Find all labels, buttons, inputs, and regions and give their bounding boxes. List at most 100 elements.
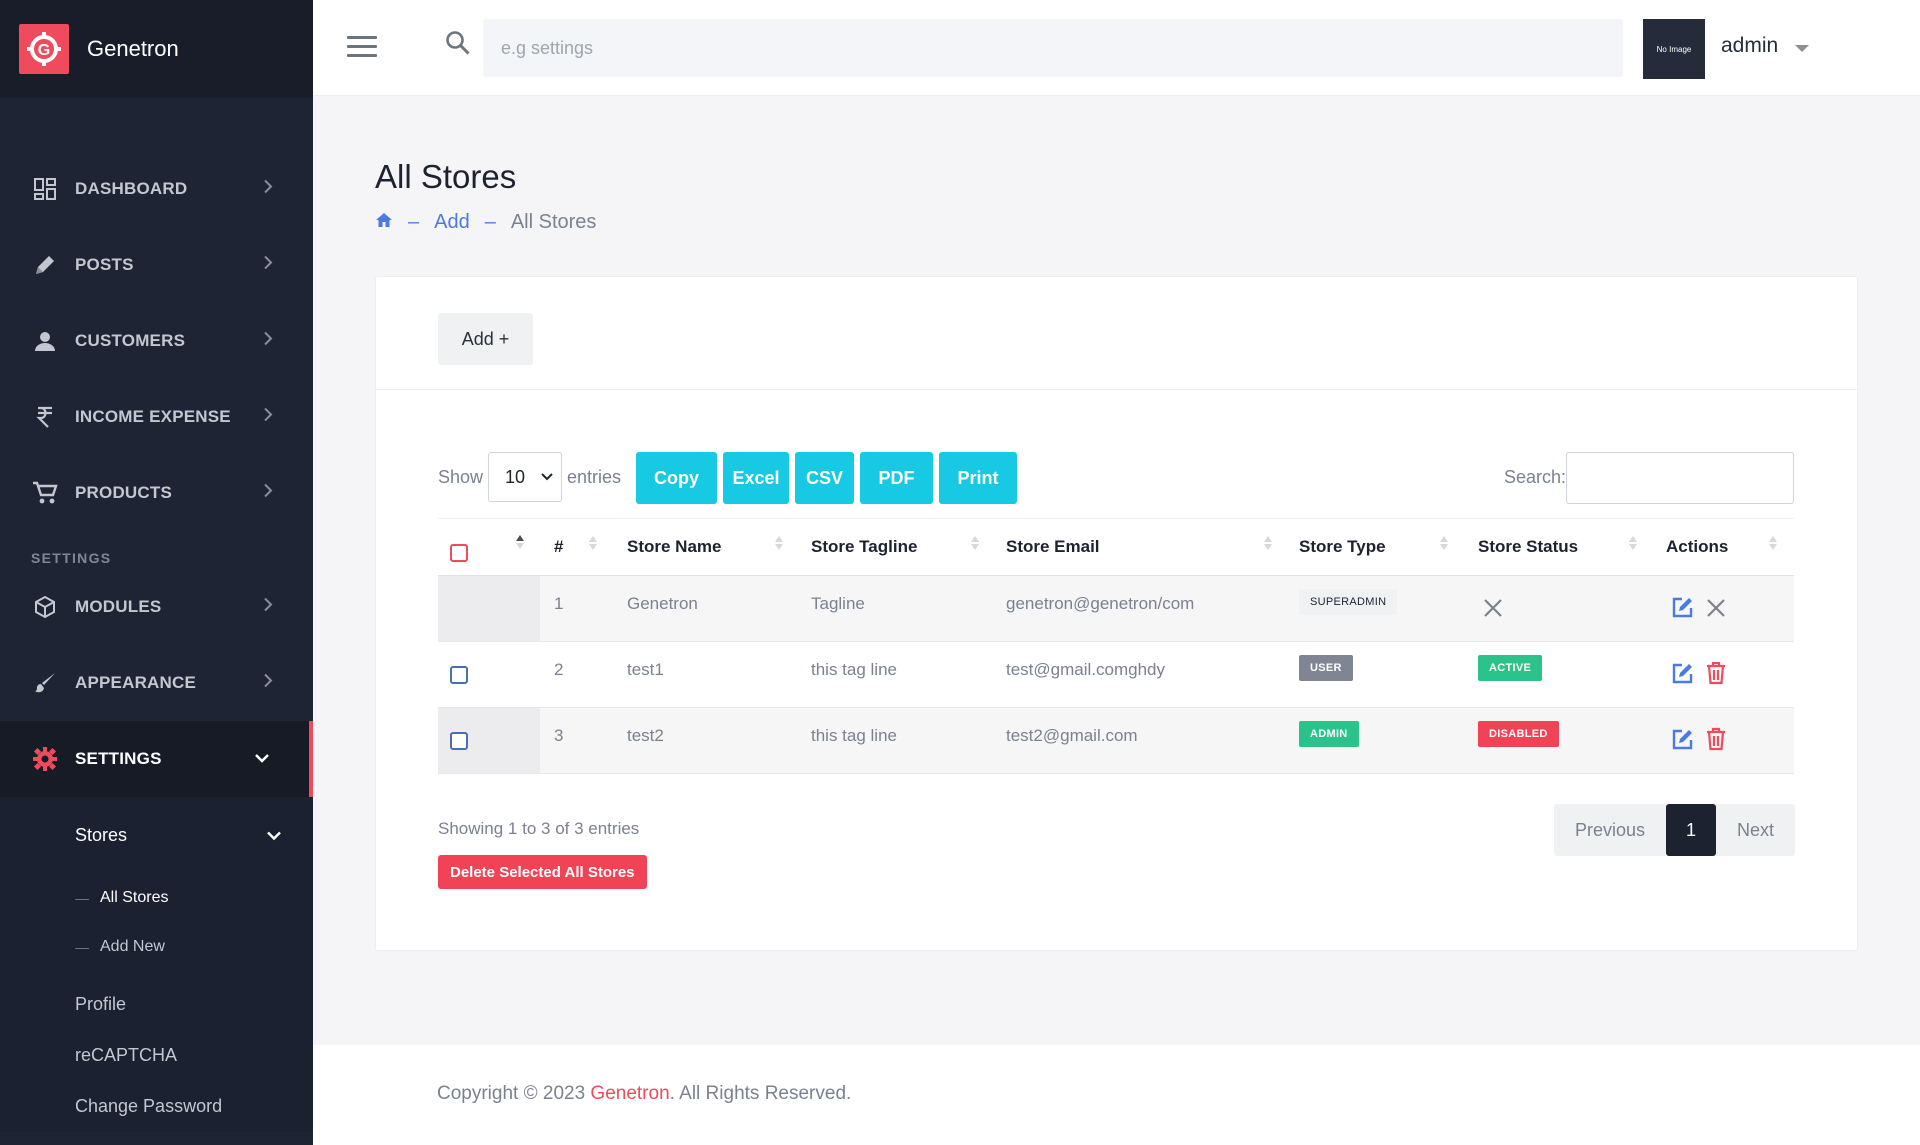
store-email: test2@gmail.com (1006, 726, 1138, 745)
store-name: test1 (627, 660, 664, 679)
sidebar-section-settings: SETTINGS (31, 550, 112, 566)
edit-icon[interactable] (1670, 662, 1694, 691)
sidebar-item-label: MODULES (75, 597, 162, 616)
sidebar-item-settings[interactable]: SETTINGS (0, 721, 313, 797)
close-icon (1483, 598, 1503, 623)
select-all-checkbox[interactable] (450, 544, 468, 562)
brush-icon (32, 670, 58, 696)
sidebar-item-label: POSTS (75, 255, 134, 274)
pagination: Previous 1 Next (1554, 804, 1795, 856)
caret-down-icon[interactable] (1795, 45, 1809, 52)
sidebar-item-label: APPEARANCE (75, 673, 197, 692)
column-header-number[interactable]: # (554, 537, 563, 557)
column-header-store-status[interactable]: Store Status (1478, 537, 1578, 557)
copy-button[interactable]: Copy (636, 452, 717, 504)
store-name: test2 (627, 726, 664, 745)
footer-brand-link[interactable]: Genetron (590, 1083, 669, 1104)
entries-select[interactable]: 10 (488, 452, 563, 502)
pagination-next[interactable]: Next (1716, 804, 1795, 856)
sidebar-item-label: INCOME EXPENSE (75, 407, 231, 426)
search-icon (445, 30, 471, 61)
excel-button[interactable]: Excel (723, 452, 789, 504)
cart-icon (32, 480, 58, 506)
store-status-badge: ACTIVE (1478, 655, 1543, 681)
pdf-button[interactable]: PDF (860, 452, 933, 504)
row-checkbox[interactable] (450, 666, 468, 684)
hamburger-menu-icon[interactable] (347, 36, 377, 63)
row-checkbox[interactable] (450, 732, 468, 750)
column-header-actions[interactable]: Actions (1666, 537, 1728, 557)
sidebar-item-dashboard[interactable]: DASHBOARD (0, 151, 313, 227)
settings-submenu: Stores — All Stores — Add New Profile re… (0, 797, 313, 1132)
add-store-button[interactable]: Add + (438, 313, 533, 365)
sort-icon (971, 536, 979, 550)
sort-icon (1769, 536, 1777, 550)
table-row[interactable]: 3 test2 this tag line test2@gmail.com AD… (438, 708, 1794, 774)
pagination-previous[interactable]: Previous (1554, 804, 1666, 856)
breadcrumb-current: All Stores (510, 211, 597, 233)
table-row[interactable]: 1 Genetron Tagline genetron@genetron/com… (438, 576, 1794, 642)
chevron-down-icon (267, 825, 281, 846)
store-status-badge: DISABLED (1478, 721, 1559, 747)
brand[interactable]: G Genetron (0, 0, 313, 98)
breadcrumb: – Add – All Stores (375, 211, 596, 234)
avatar[interactable]: No Image (1643, 19, 1705, 79)
entries-length-control: Show 10 entries (438, 452, 621, 502)
trash-icon[interactable] (1706, 661, 1726, 690)
cube-icon (32, 594, 58, 620)
dash-icon: — (75, 889, 89, 906)
sidebar-item-customers[interactable]: CUSTOMERS (0, 303, 313, 379)
sidebar-item-recaptcha[interactable]: reCAPTCHA (0, 1030, 313, 1081)
store-type-badge: ADMIN (1299, 721, 1359, 747)
sort-icon (589, 536, 597, 550)
table-row[interactable]: 2 test1 this tag line test@gmail.comghdy… (438, 642, 1794, 708)
sidebar-item-add-new[interactable]: — Add New (0, 922, 313, 971)
trash-icon[interactable] (1706, 727, 1726, 756)
edit-icon[interactable] (1670, 728, 1694, 757)
sidebar: G Genetron DASHBOARD POSTS CUSTOMERS INC… (0, 0, 313, 1145)
entries-value: 10 (505, 466, 526, 487)
csv-button[interactable]: CSV (795, 452, 854, 504)
user-menu-name[interactable]: admin (1721, 34, 1778, 58)
row-number: 2 (554, 660, 564, 679)
sort-icon (1629, 536, 1637, 550)
pagination-page[interactable]: 1 (1666, 804, 1716, 856)
sidebar-item-change-password[interactable]: Change Password (0, 1081, 313, 1132)
edit-icon[interactable] (1670, 596, 1694, 625)
column-header-store-name[interactable]: Store Name (627, 537, 721, 557)
delete-selected-button[interactable]: Delete Selected All Stores (438, 855, 647, 889)
page-title: All Stores (375, 158, 517, 195)
breadcrumb-link-add[interactable]: Add (434, 211, 470, 234)
column-header-store-tagline[interactable]: Store Tagline (811, 537, 917, 557)
sidebar-item-appearance[interactable]: APPEARANCE (0, 645, 313, 721)
sidebar-item-all-stores[interactable]: — All Stores (0, 873, 313, 922)
sidebar-item-label: All Stores (100, 888, 169, 906)
gear-icon (32, 746, 58, 772)
column-header-store-email[interactable]: Store Email (1006, 537, 1100, 557)
sidebar-item-label: SETTINGS (75, 749, 162, 768)
sidebar-item-modules[interactable]: MODULES (0, 569, 313, 645)
sort-icon (516, 535, 524, 549)
sidebar-item-products[interactable]: PRODUCTS (0, 455, 313, 531)
home-icon[interactable] (375, 211, 393, 234)
svg-text:G: G (38, 42, 50, 59)
chevron-right-icon (263, 673, 273, 693)
print-button[interactable]: Print (939, 452, 1017, 504)
sidebar-item-income-expense[interactable]: INCOME EXPENSE (0, 379, 313, 455)
close-icon[interactable] (1706, 598, 1726, 623)
footer-suffix: . All Rights Reserved. (669, 1083, 852, 1104)
table-search-label: Search: (1504, 467, 1567, 487)
sort-icon (1264, 536, 1272, 550)
store-tagline: this tag line (811, 660, 897, 679)
chevron-right-icon (263, 597, 273, 617)
sidebar-item-stores[interactable]: Stores (0, 797, 313, 873)
stores-card: Add + Show 10 entries Copy Excel CSV PDF… (375, 276, 1858, 951)
show-label: Show (438, 466, 484, 487)
sidebar-item-posts[interactable]: POSTS (0, 227, 313, 303)
row-number: 3 (554, 726, 564, 745)
chevron-right-icon (263, 407, 273, 427)
search-input[interactable] (483, 19, 1623, 77)
table-search-input[interactable] (1566, 452, 1794, 504)
sidebar-item-profile[interactable]: Profile (0, 979, 313, 1030)
column-header-store-type[interactable]: Store Type (1299, 537, 1386, 557)
